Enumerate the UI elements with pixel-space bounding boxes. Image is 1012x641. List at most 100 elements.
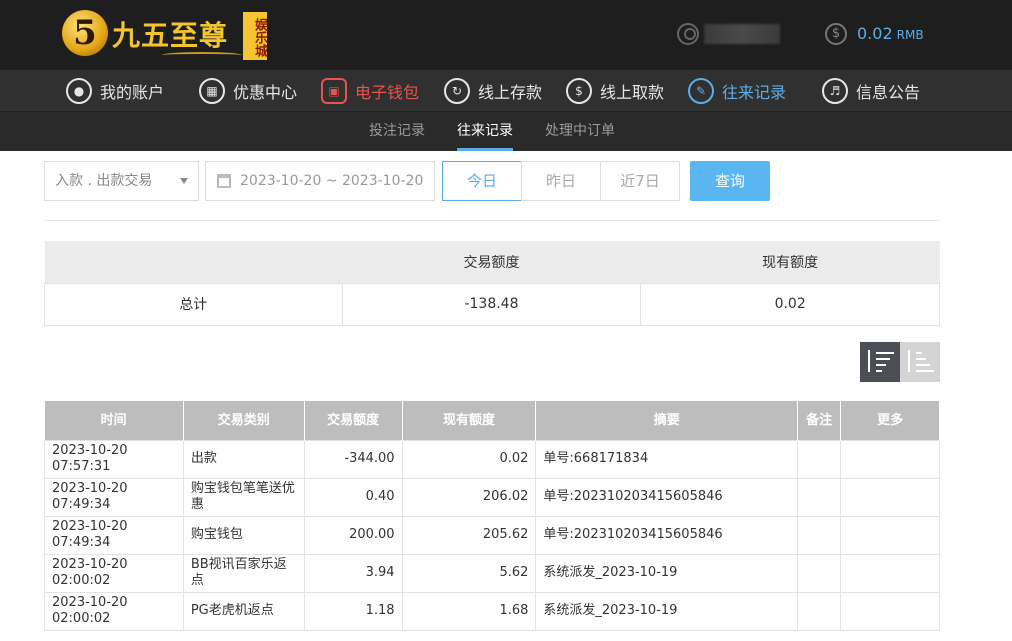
date-range-input[interactable]: 2023-10-20 ~ 2023-10-20: [205, 161, 435, 201]
username-blurred: [704, 24, 780, 44]
cell-remark: [797, 515, 842, 555]
cell-amount: 200.00: [303, 515, 403, 555]
cell-more[interactable]: [840, 477, 940, 517]
cell-type: 购宝钱包: [182, 515, 305, 555]
sort-bar: [916, 370, 934, 372]
summary-header: [44, 241, 343, 283]
balance-display: 0.02 RMB: [857, 24, 924, 43]
cell-balance: 5.62: [401, 553, 537, 593]
gift-icon: ▦: [199, 78, 225, 104]
cell-summary: 单号:202310203415605846: [535, 515, 799, 555]
sort-bar: [876, 370, 882, 372]
caret-down-icon: [180, 178, 188, 184]
cell-type: BB视讯百家乐返点: [182, 553, 305, 593]
divider: [44, 220, 940, 221]
cell-time: 2023-10-20 02:00:02: [44, 591, 184, 631]
nav-label: 往来记录: [722, 83, 787, 102]
table-row: 2023-10-20 07:49:34 购宝钱包笔笔送优惠 0.40 206.0…: [44, 477, 940, 517]
sort-asc-icon: [908, 350, 910, 372]
table-row: 2023-10-20 07:49:34 购宝钱包 200.00 205.62 单…: [44, 515, 940, 555]
bell-icon: ♬: [822, 78, 848, 104]
cell-more[interactable]: [840, 553, 940, 593]
user-icon[interactable]: [677, 23, 699, 45]
summary-transaction-amount: -138.48: [341, 282, 642, 326]
withdraw-icon: $: [566, 78, 592, 104]
cell-remark: [797, 553, 842, 593]
sort-bar: [916, 352, 922, 354]
cell-more[interactable]: [840, 591, 940, 631]
summary-current-balance: 0.02: [640, 282, 940, 326]
sort-bar: [916, 364, 930, 366]
nav-label: 我的账户: [100, 83, 165, 102]
sort-bar: [916, 358, 926, 360]
cell-time: 2023-10-20 07:57:31: [44, 439, 184, 479]
brand-name: 九五至尊: [112, 19, 229, 52]
table-row: 2023-10-20 02:00:02 PG老虎机返点 1.18 1.68 系统…: [44, 591, 940, 631]
cell-more[interactable]: [840, 439, 940, 479]
tab-transaction-records[interactable]: 往来记录: [457, 112, 513, 151]
cell-time: 2023-10-20 07:49:34: [44, 515, 184, 555]
nav-promotions[interactable]: ▦ 优惠中心: [199, 70, 297, 112]
nav-records[interactable]: ✎ 往来记录: [688, 70, 786, 112]
sort-bar: [876, 358, 890, 360]
nav-e-wallet[interactable]: ▣ 电子钱包: [321, 70, 419, 112]
sort-ascending-button[interactable]: [900, 342, 940, 382]
cell-type: PG老虎机返点: [182, 591, 305, 631]
nav-withdraw[interactable]: $ 线上取款: [566, 70, 664, 112]
cell-amount: 3.94: [303, 553, 403, 593]
summary-table: 交易额度 现有额度 总计 -138.48 0.02: [44, 241, 940, 326]
nav-label: 线上取款: [600, 83, 665, 102]
col-more: 更多: [840, 401, 940, 440]
wallet-icon: ▣: [321, 78, 347, 104]
sort-toggle: [860, 342, 940, 382]
cell-balance: 0.02: [401, 439, 537, 479]
cell-time: 2023-10-20 02:00:02: [44, 553, 184, 593]
tab-pending-orders[interactable]: 处理中订单: [545, 112, 615, 151]
col-balance: 现有额度: [402, 401, 537, 440]
user-circle-icon: ●: [66, 78, 92, 104]
summary-header: 交易额度: [342, 241, 641, 283]
nav-label: 电子钱包: [355, 83, 420, 102]
summary-label: 总计: [44, 282, 343, 326]
table-row: 2023-10-20 07:57:31 出款 -344.00 0.02 单号:6…: [44, 439, 940, 479]
last-7-days-button[interactable]: 近7日: [600, 161, 680, 201]
top-bar: 5 九五至尊 娱乐城 $ 0.02 RMB: [0, 0, 1012, 70]
cell-remark: [797, 477, 842, 517]
yesterday-button[interactable]: 昨日: [521, 161, 601, 201]
cell-balance: 206.02: [401, 477, 537, 517]
nav-label: 优惠中心: [233, 83, 298, 102]
cell-balance: 1.68: [401, 591, 537, 631]
cell-more[interactable]: [840, 515, 940, 555]
cell-summary: 系统派发_2023-10-19: [535, 553, 799, 593]
query-button[interactable]: 查询: [690, 161, 770, 201]
sort-bar: [876, 364, 886, 366]
today-button[interactable]: 今日: [442, 161, 522, 201]
cell-summary: 单号:202310203415605846: [535, 477, 799, 517]
nav-deposit[interactable]: ↻ 线上存款: [444, 70, 542, 112]
deposit-icon: ↻: [444, 78, 470, 104]
brand-logo[interactable]: 5 九五至尊 娱乐城: [62, 6, 272, 62]
sort-descending-button[interactable]: [860, 342, 900, 382]
brand-badge: 娱乐城: [243, 12, 267, 60]
cell-amount: 0.40: [303, 477, 403, 517]
tab-bet-records[interactable]: 投注记录: [369, 112, 425, 151]
logo-ornament: [162, 52, 242, 58]
main-nav: ● 我的账户 ▦ 优惠中心 ▣ 电子钱包 ↻ 线上存款 $ 线上取款 ✎ 往来记录 ♬ 信息公…: [0, 70, 1012, 112]
nav-announcements[interactable]: ♬ 信息公告: [822, 70, 920, 112]
cell-remark: [797, 591, 842, 631]
transaction-type-select[interactable]: 入款 . 出款交易: [44, 161, 199, 201]
summary-header: 现有额度: [640, 241, 940, 283]
cell-type: 购宝钱包笔笔送优惠: [182, 477, 305, 517]
nav-label: 线上存款: [478, 83, 543, 102]
logo-emblem: 5: [62, 10, 108, 56]
records-icon: ✎: [688, 78, 714, 104]
table-row: 2023-10-20 02:00:02 BB视讯百家乐返点 3.94 5.62 …: [44, 553, 940, 593]
balance-amount: 0.02: [857, 24, 893, 43]
balance-currency: RMB: [896, 28, 924, 42]
dollar-coin-icon: $: [825, 23, 847, 45]
cell-balance: 205.62: [401, 515, 537, 555]
cell-summary: 系统派发_2023-10-19: [535, 591, 799, 631]
nav-my-account[interactable]: ● 我的账户: [66, 70, 164, 112]
col-time: 时间: [44, 401, 184, 440]
cell-time: 2023-10-20 07:49:34: [44, 477, 184, 517]
